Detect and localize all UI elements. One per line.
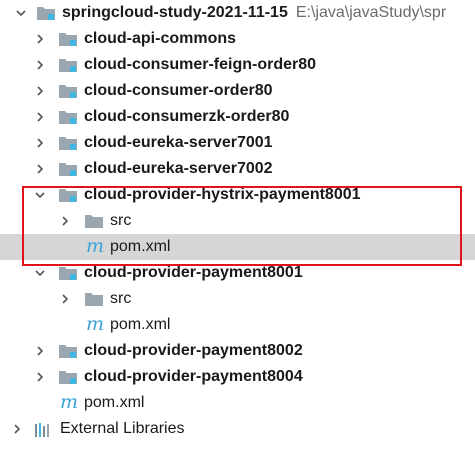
- chevron-right-icon[interactable]: [58, 286, 72, 312]
- chevron-right-icon[interactable]: [33, 104, 47, 130]
- project-tree: springcloud-study-2021-11-15 E:\java\java…: [0, 0, 475, 442]
- chevron-right-icon[interactable]: [10, 416, 24, 442]
- tree-row-pom-selected[interactable]: m pom.xml: [0, 234, 475, 260]
- chevron-right-icon[interactable]: [33, 52, 47, 78]
- tree-row-module[interactable]: cloud-provider-payment8004: [0, 364, 475, 390]
- chevron-right-icon[interactable]: [33, 338, 47, 364]
- tree-row-module-expanded[interactable]: cloud-provider-payment8001: [0, 260, 475, 286]
- module-folder-icon: [58, 369, 78, 385]
- tree-row-module[interactable]: cloud-provider-payment8002: [0, 338, 475, 364]
- folder-label: src: [110, 290, 132, 307]
- maven-icon: m: [60, 391, 79, 413]
- tree-row-module[interactable]: cloud-eureka-server7001: [0, 130, 475, 156]
- chevron-down-icon[interactable]: [33, 182, 47, 208]
- module-label: cloud-provider-hystrix-payment8001: [84, 186, 361, 203]
- maven-icon: m: [86, 235, 105, 257]
- chevron-right-icon[interactable]: [33, 130, 47, 156]
- folder-icon: [84, 291, 104, 307]
- module-folder-icon: [36, 5, 56, 21]
- module-folder-icon: [58, 265, 78, 281]
- project-path: E:\java\javaStudy\spr: [295, 4, 447, 21]
- chevron-down-icon[interactable]: [33, 260, 47, 286]
- module-label: cloud-api-commons: [84, 30, 237, 47]
- module-label: cloud-provider-payment8001: [84, 264, 303, 281]
- chevron-right-icon[interactable]: [33, 156, 47, 182]
- chevron-down-icon[interactable]: [14, 0, 28, 26]
- project-name: springcloud-study-2021-11-15: [62, 4, 288, 21]
- tree-row-root-pom[interactable]: m pom.xml: [0, 390, 475, 416]
- folder-label: src: [110, 212, 132, 229]
- file-label: pom.xml: [84, 394, 145, 411]
- tree-row-module[interactable]: cloud-api-commons: [0, 26, 475, 52]
- tree-row-src[interactable]: src: [0, 208, 475, 234]
- chevron-right-icon[interactable]: [58, 208, 72, 234]
- external-libraries-label: External Libraries: [60, 420, 185, 437]
- module-label: cloud-eureka-server7002: [84, 160, 273, 177]
- module-folder-icon: [58, 109, 78, 125]
- module-folder-icon: [58, 343, 78, 359]
- module-label: cloud-eureka-server7001: [84, 134, 273, 151]
- chevron-right-icon[interactable]: [33, 26, 47, 52]
- tree-row-module-expanded[interactable]: cloud-provider-hystrix-payment8001: [0, 182, 475, 208]
- tree-row-src[interactable]: src: [0, 286, 475, 312]
- module-folder-icon: [58, 83, 78, 99]
- module-label: cloud-provider-payment8004: [84, 368, 303, 385]
- chevron-right-icon[interactable]: [33, 364, 47, 390]
- module-label: cloud-consumer-feign-order80: [84, 56, 317, 73]
- tree-row-external-libraries[interactable]: External Libraries: [0, 416, 475, 442]
- module-label: cloud-provider-payment8002: [84, 342, 303, 359]
- chevron-right-icon[interactable]: [33, 78, 47, 104]
- tree-row-project-root[interactable]: springcloud-study-2021-11-15 E:\java\java…: [0, 0, 475, 26]
- maven-icon: m: [86, 313, 105, 335]
- tree-row-pom[interactable]: m pom.xml: [0, 312, 475, 338]
- tree-row-module[interactable]: cloud-consumer-feign-order80: [0, 52, 475, 78]
- module-folder-icon: [58, 187, 78, 203]
- file-label: pom.xml: [110, 238, 171, 255]
- file-label: pom.xml: [110, 316, 171, 333]
- tree-row-module[interactable]: cloud-consumerzk-order80: [0, 104, 475, 130]
- module-label: cloud-consumer-order80: [84, 82, 273, 99]
- module-folder-icon: [58, 31, 78, 47]
- module-folder-icon: [58, 57, 78, 73]
- module-folder-icon: [58, 135, 78, 151]
- library-icon: [34, 422, 54, 438]
- tree-row-module[interactable]: cloud-consumer-order80: [0, 78, 475, 104]
- folder-icon: [84, 213, 104, 229]
- module-label: cloud-consumerzk-order80: [84, 108, 290, 125]
- module-folder-icon: [58, 161, 78, 177]
- tree-row-module[interactable]: cloud-eureka-server7002: [0, 156, 475, 182]
